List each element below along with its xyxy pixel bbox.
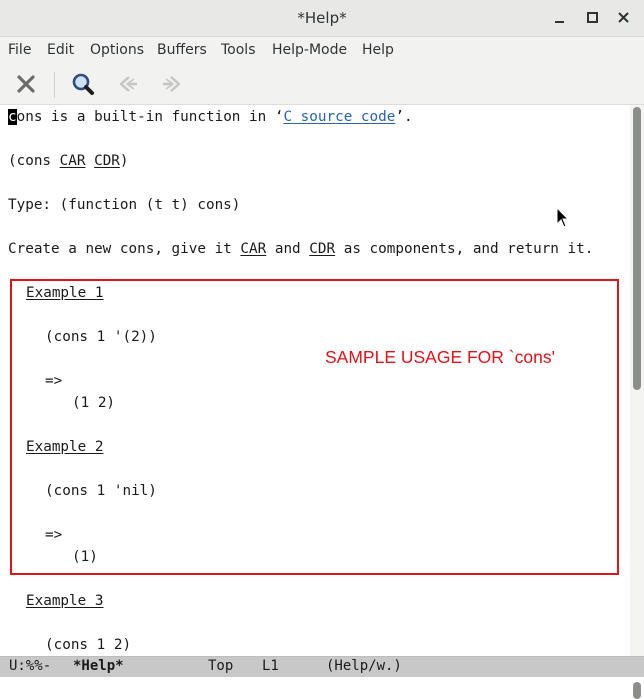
car-link-2[interactable]: CAR: [240, 241, 266, 257]
toolbar-separator: [54, 72, 55, 98]
modeline-buffer-name: *Help*: [73, 658, 124, 674]
modeline-state: U:%%-: [9, 658, 52, 674]
modeline-line-number: L1: [262, 658, 279, 674]
vertical-scrollbar[interactable]: [630, 105, 644, 656]
mode-line: U:%%- *Help* Top L1 (Help/w.): [0, 656, 644, 677]
cdr-link[interactable]: CDR: [94, 153, 120, 169]
doc-line-usage: (cons CAR CDR): [8, 153, 129, 169]
search-icon[interactable]: [71, 72, 95, 96]
scrollbar-thumb[interactable]: [633, 107, 641, 390]
example-3-code: (cons 1 2): [45, 637, 132, 653]
maximize-icon[interactable]: [582, 8, 602, 28]
minibuffer-scrollbar[interactable]: [630, 680, 644, 699]
cdr-link-2[interactable]: CDR: [309, 241, 335, 257]
menu-options[interactable]: Options: [90, 42, 144, 58]
menu-help[interactable]: Help: [362, 42, 394, 58]
doc-line-type: Type: (function (t t) cons): [8, 197, 241, 213]
menu-edit[interactable]: Edit: [47, 42, 74, 58]
car-link[interactable]: CAR: [60, 153, 86, 169]
menu-buffers[interactable]: Buffers: [157, 42, 207, 58]
minibuffer-scrollbar-thumb[interactable]: [633, 682, 641, 699]
modeline-mode: (Help/w.): [326, 658, 402, 674]
source-code-link[interactable]: C source code: [283, 109, 395, 125]
close-window-icon[interactable]: [614, 8, 634, 28]
minimize-icon[interactable]: [550, 8, 570, 28]
menu-file[interactable]: File: [8, 42, 31, 58]
text-cursor: c: [8, 109, 17, 125]
back-icon[interactable]: [116, 72, 140, 96]
doc-line-signature-source: cons is a built-in function in ‘C source…: [8, 109, 413, 125]
toolbar: [0, 64, 644, 105]
close-icon[interactable]: [14, 72, 38, 96]
window-title: *Help*: [297, 9, 347, 27]
menu-bar: File Edit Options Buffers Tools Help-Mod…: [0, 37, 644, 64]
doc-line-description: Create a new cons, give it CAR and CDR a…: [8, 241, 594, 257]
annotation-label: SAMPLE USAGE FOR `cons': [325, 347, 555, 367]
minibuffer[interactable]: [0, 677, 644, 699]
annotation-box: [10, 279, 619, 575]
modeline-position: Top: [208, 658, 234, 674]
menu-help-mode[interactable]: Help-Mode: [272, 42, 347, 58]
title-bar: *Help*: [0, 0, 644, 37]
forward-icon[interactable]: [160, 72, 184, 96]
example-3-heading: Example 3: [26, 593, 104, 609]
mouse-pointer-icon: [556, 207, 570, 228]
menu-tools[interactable]: Tools: [221, 42, 256, 58]
